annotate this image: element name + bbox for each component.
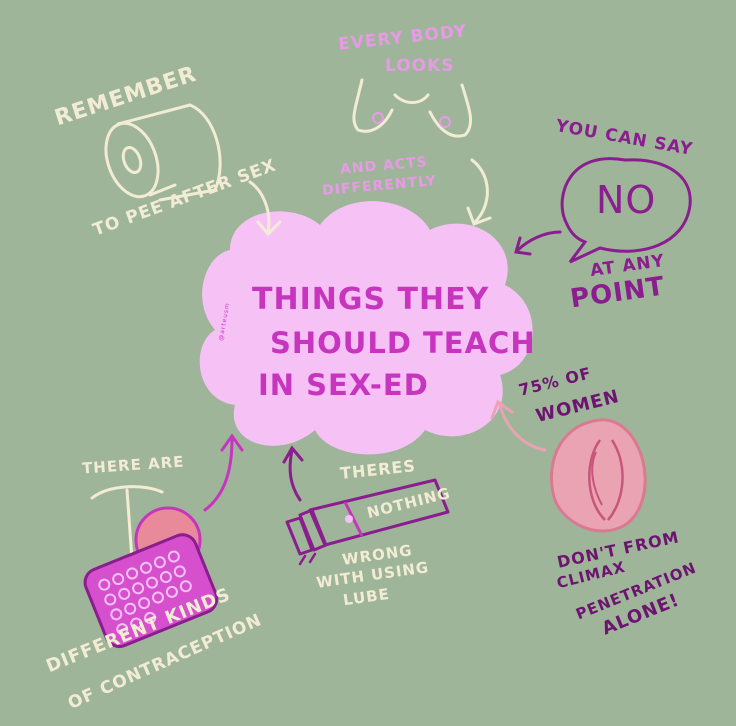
torso-icon	[352, 78, 473, 138]
tip-no-bubble-text: NO	[596, 178, 657, 222]
tip-body-top-2: LOOKS	[385, 56, 455, 76]
arrow-no-to-cloud	[514, 230, 562, 256]
arrow-body-to-cloud	[466, 158, 492, 226]
cloud-title-line-2: SHOULD TEACH	[270, 326, 536, 360]
nipple-right-icon	[439, 116, 451, 128]
cloud-title-line-3: IN SEX-ED	[258, 368, 429, 402]
lube-drops-icon	[298, 552, 317, 566]
cloud-title-line-1: THINGS THEY	[252, 282, 490, 317]
vulva-icon	[549, 418, 647, 533]
infographic-canvas: THINGS THEY SHOULD TEACH IN SEX-ED @arte…	[0, 0, 736, 726]
arrow-contra-to-cloud	[203, 433, 244, 512]
lube-dot-icon	[345, 515, 353, 523]
arrow-lube-to-cloud	[282, 445, 304, 502]
nipple-left-icon	[372, 112, 384, 124]
